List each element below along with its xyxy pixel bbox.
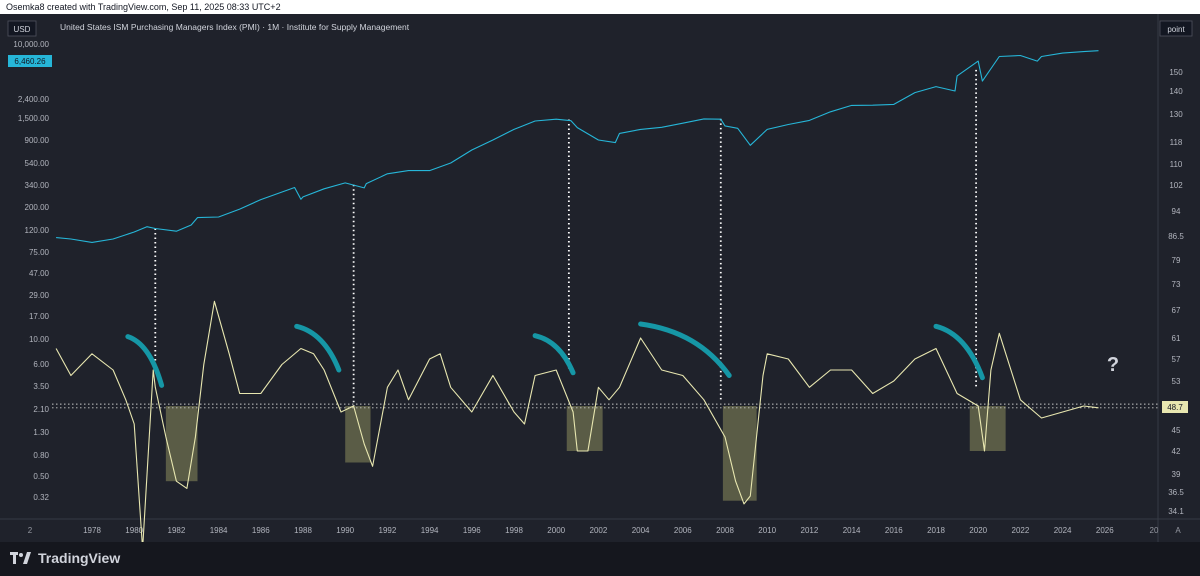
credit-bar: Osemka8 created with TradingView.com, Se… xyxy=(0,0,1200,14)
right-tick-label: 57 xyxy=(1172,355,1181,364)
x-tick-label: 2002 xyxy=(590,526,608,535)
left-tick-label: 10,000.00 xyxy=(13,40,49,49)
recession-box xyxy=(566,406,603,451)
left-tick-label: 3.50 xyxy=(33,382,49,391)
left-tick-label: 0.32 xyxy=(33,493,49,502)
recession-boxes xyxy=(165,406,1006,501)
trend-arrow xyxy=(125,334,165,388)
x-tick-label: 1982 xyxy=(168,526,186,535)
left-tick-label: 200.00 xyxy=(25,203,50,212)
left-tick-label: 17.00 xyxy=(29,312,50,321)
chart-area[interactable]: USD United States ISM Purchasing Manager… xyxy=(0,14,1200,550)
x-tick-label: 2024 xyxy=(1054,526,1072,535)
x-tick-label: 2016 xyxy=(885,526,903,535)
chart-title: United States ISM Purchasing Managers In… xyxy=(60,22,410,32)
x-tick-label: 2014 xyxy=(843,526,861,535)
x-corner-label: A xyxy=(1175,526,1181,535)
recession-box xyxy=(345,406,371,463)
left-unit-badge-label: USD xyxy=(14,25,31,34)
x-tick-label: 1988 xyxy=(294,526,312,535)
right-tick-label: 42 xyxy=(1172,447,1181,456)
left-tick-label: 1.30 xyxy=(33,428,49,437)
right-tick-label: 34.1 xyxy=(1168,507,1184,516)
credit-text: Osemka8 created with TradingView.com, Se… xyxy=(6,2,281,12)
left-tick-label: 340.00 xyxy=(25,181,50,190)
x-tick-label: 2020 xyxy=(969,526,987,535)
trend-arrow xyxy=(532,333,576,376)
x-tick-label: 2022 xyxy=(1012,526,1030,535)
right-tick-label: 140 xyxy=(1169,87,1183,96)
right-tick-label: 79 xyxy=(1172,256,1181,265)
tradingview-brand-text: TradingView xyxy=(38,550,121,566)
trend-arrow xyxy=(933,323,985,381)
x-tick-label: 1994 xyxy=(421,526,439,535)
left-tick-label: 120.00 xyxy=(25,226,50,235)
trend-arrows xyxy=(125,321,985,388)
right-tick-label: 102 xyxy=(1169,181,1183,190)
left-tick-label: 2.10 xyxy=(33,405,49,414)
left-tick-label: 6.00 xyxy=(33,360,49,369)
x-tick-label: 1986 xyxy=(252,526,270,535)
right-tick-label: 150 xyxy=(1169,68,1183,77)
x-tick-label: 1984 xyxy=(210,526,228,535)
spx-last-value-label: 6,460.26 xyxy=(14,57,46,66)
right-tick-label: 53 xyxy=(1172,377,1181,386)
right-axis-ticks: 1501401301181101029486.57973676157534945… xyxy=(1168,68,1184,516)
right-tick-label: 39 xyxy=(1172,470,1181,479)
right-tick-label: 67 xyxy=(1172,306,1181,315)
x-tick-label: 2026 xyxy=(1096,526,1114,535)
trend-arrow xyxy=(294,323,342,373)
recession-box xyxy=(165,406,198,482)
x-tick-label: 1992 xyxy=(379,526,397,535)
left-tick-label: 0.50 xyxy=(33,472,49,481)
x-tick-label: 1990 xyxy=(336,526,354,535)
left-tick-label: 75.00 xyxy=(29,248,50,257)
x-tick-label: 2006 xyxy=(674,526,692,535)
trend-arrow xyxy=(638,321,732,378)
x-tick-label: 2012 xyxy=(801,526,819,535)
question-annotation: ? xyxy=(1107,354,1119,376)
x-edge-left: 2 xyxy=(28,526,33,535)
left-tick-label: 540.00 xyxy=(25,159,50,168)
right-unit-badge-label: point xyxy=(1167,25,1185,34)
right-tick-label: 130 xyxy=(1169,110,1183,119)
x-edge-right: 20 xyxy=(1150,526,1159,535)
footer: TradingView xyxy=(0,542,1200,576)
left-axis-ticks: 10,000.004,000.002,400.001,500.00900.005… xyxy=(13,40,49,502)
right-tick-label: 61 xyxy=(1172,334,1181,343)
left-tick-label: 29.00 xyxy=(29,291,50,300)
spx-line xyxy=(56,50,1099,243)
x-tick-label: 2004 xyxy=(632,526,650,535)
x-tick-label: 2018 xyxy=(927,526,945,535)
x-tick-label: 2008 xyxy=(716,526,734,535)
pmi-last-value-label: 48.7 xyxy=(1167,403,1183,412)
x-tick-label: 1998 xyxy=(505,526,523,535)
right-tick-label: 86.5 xyxy=(1168,232,1184,241)
x-tick-label: 1996 xyxy=(463,526,481,535)
left-tick-label: 10.00 xyxy=(29,335,50,344)
right-tick-label: 73 xyxy=(1172,280,1181,289)
tradingview-logo-icon xyxy=(10,552,31,564)
left-tick-label: 47.00 xyxy=(29,269,50,278)
tradingview-logo[interactable]: TradingView xyxy=(10,550,120,566)
x-axis-ticks: 1978 1980 1982 1984 1986 1988 1990 1992 1994 1996… xyxy=(83,526,1114,535)
right-tick-label: 45 xyxy=(1172,426,1181,435)
x-tick-label: 1978 xyxy=(83,526,101,535)
left-tick-label: 900.00 xyxy=(25,136,50,145)
left-tick-label: 2,400.00 xyxy=(18,95,50,104)
left-tick-label: 1,500.00 xyxy=(18,114,50,123)
x-tick-label: 2010 xyxy=(758,526,776,535)
right-tick-label: 36.5 xyxy=(1168,488,1184,497)
series-lines xyxy=(55,50,1099,550)
right-tick-label: 110 xyxy=(1170,160,1183,169)
x-tick-label: 2000 xyxy=(547,526,565,535)
chart-svg[interactable]: USD United States ISM Purchasing Manager… xyxy=(0,14,1200,550)
right-tick-label: 94 xyxy=(1172,207,1181,216)
right-tick-label: 118 xyxy=(1170,138,1183,147)
left-tick-label: 0.80 xyxy=(33,451,49,460)
